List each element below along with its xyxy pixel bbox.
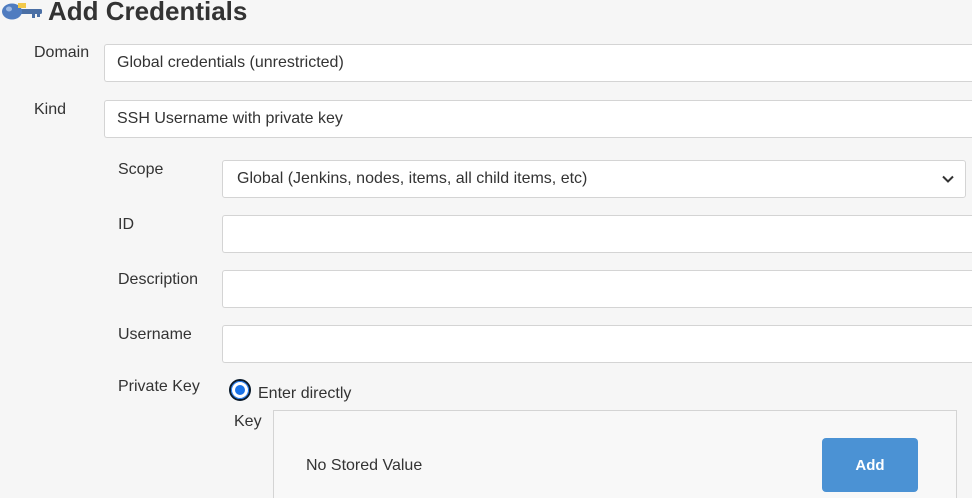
private-key-label: Private Key xyxy=(118,378,200,395)
enter-directly-label[interactable]: Enter directly xyxy=(258,385,351,403)
username-label: Username xyxy=(118,326,192,343)
page-header: Add Credentials xyxy=(0,0,247,29)
description-label: Description xyxy=(118,271,199,288)
kind-field[interactable]: SSH Username with private key xyxy=(104,100,972,138)
radio-selected-dot xyxy=(232,382,248,398)
stored-value-status: No Stored Value xyxy=(306,457,423,474)
kind-value: SSH Username with private key xyxy=(117,110,343,127)
scope-label: Scope xyxy=(118,161,164,178)
kind-label: Kind xyxy=(34,101,67,118)
username-input[interactable] xyxy=(222,325,972,363)
domain-value: Global credentials (unrestricted) xyxy=(117,54,344,71)
id-input[interactable] xyxy=(222,215,972,253)
key-icon xyxy=(2,3,42,20)
key-label: Key xyxy=(234,413,262,430)
description-input[interactable] xyxy=(222,270,972,308)
id-label: ID xyxy=(118,216,134,233)
scope-select[interactable]: Global (Jenkins, nodes, items, all child… xyxy=(222,160,966,198)
add-key-button[interactable]: Add xyxy=(822,438,918,492)
enter-directly-radio[interactable] xyxy=(229,379,251,401)
scope-value: Global (Jenkins, nodes, items, all child… xyxy=(237,170,588,187)
chevron-down-icon xyxy=(942,175,954,183)
domain-label: Domain xyxy=(34,44,90,61)
page-title: Add Credentials xyxy=(48,0,248,26)
domain-field[interactable]: Global credentials (unrestricted) xyxy=(104,44,972,82)
